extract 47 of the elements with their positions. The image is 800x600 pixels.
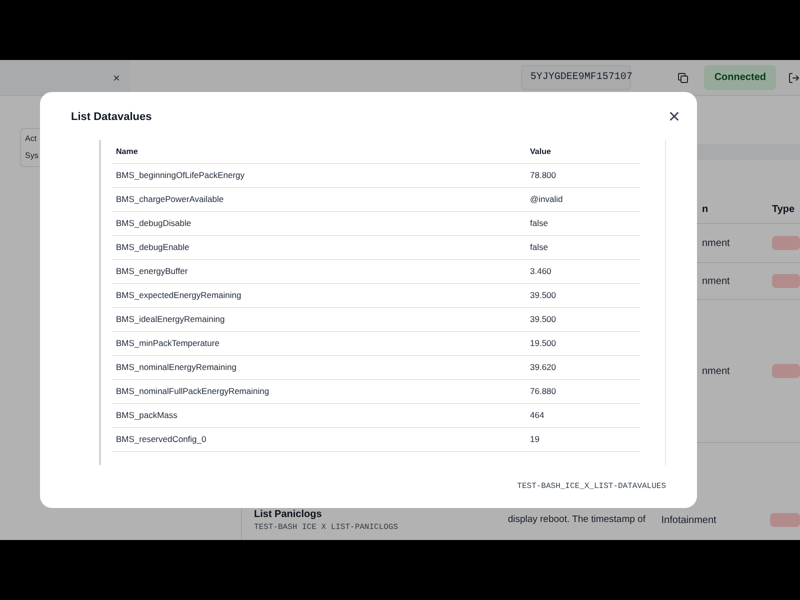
type-badge xyxy=(772,274,800,288)
table-cell-text: nment xyxy=(701,236,731,250)
table-cell: false xyxy=(530,217,548,230)
table-cell: 3.460 xyxy=(530,265,552,278)
column-header: Name xyxy=(115,146,139,158)
column-header: Type xyxy=(772,203,795,217)
table-cell-text: BMS_idealEnergyRemaining xyxy=(115,313,226,326)
table-cell-text: BMS_energyBuffer xyxy=(115,265,189,278)
logout-icon[interactable] xyxy=(788,72,800,84)
type-badge xyxy=(772,364,800,378)
table-cell-text: BMS_minPackTemperature xyxy=(115,337,220,350)
close-button[interactable]: × xyxy=(668,107,680,127)
dialog-title: List Datavalues xyxy=(71,110,152,125)
table-cell-text: BMS_chargePowerAvailable xyxy=(115,193,225,206)
table-cell-text: nment xyxy=(701,274,731,288)
row-code: TEST-BASH ICE X LIST-PANICLOGS xyxy=(254,522,400,534)
table-cell: 39.500 xyxy=(530,289,556,302)
table-cell-text: BMS_debugEnable xyxy=(115,241,190,254)
table-cell-text: display reboot. The timestamp of xyxy=(508,512,646,527)
column-header: n xyxy=(701,203,710,217)
type-badge xyxy=(772,236,800,250)
table-cell: 76.880 xyxy=(530,385,556,398)
table-cell-text: nment xyxy=(701,364,731,378)
table-cell: 39.620 xyxy=(530,361,556,374)
table-cell-text: BMS_nominalFullPackEnergyRemaining xyxy=(115,385,270,398)
tab-close-button[interactable]: × xyxy=(112,68,120,86)
table-cell-text: BMS_reservedConfig_0 xyxy=(115,433,208,446)
dialog-footer-code: TEST-BASH_ICE_X_LIST-DATAVALUES xyxy=(517,481,666,493)
status-badge: Connected xyxy=(704,65,776,90)
vin-field: 5YJYGDEE9MF157107 xyxy=(521,65,632,90)
column-header: Value xyxy=(530,146,551,158)
table-cell-text: Infotainment xyxy=(661,514,718,528)
row-title: List Paniclogs xyxy=(254,508,323,522)
table-cell: 19.500 xyxy=(530,337,556,350)
table-cell: 78.800 xyxy=(530,169,556,182)
table-cell: 19 xyxy=(530,433,540,446)
type-badge xyxy=(770,513,800,527)
copy-icon[interactable] xyxy=(677,72,690,84)
table-cell: false xyxy=(530,241,548,254)
table-cell-text: BMS_packMass xyxy=(115,409,178,422)
table-cell: 39.500 xyxy=(530,313,556,326)
table-cell-text: BMS_debugDisable xyxy=(115,217,192,230)
table-cell: 464 xyxy=(530,409,544,422)
table-cell-text: BMS_expectedEnergyRemaining xyxy=(115,289,242,302)
table-cell-text: BMS_beginningOfLifePackEnergy xyxy=(115,169,246,182)
table-cell-text: BMS_nominalEnergyRemaining xyxy=(115,361,238,374)
table-cell: @invalid xyxy=(530,193,563,206)
